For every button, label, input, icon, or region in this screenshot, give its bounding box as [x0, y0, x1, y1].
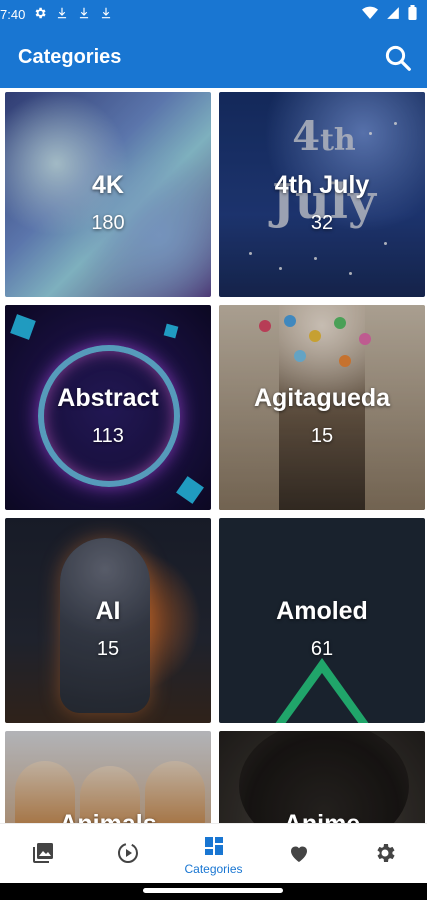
video-icon — [117, 843, 138, 863]
nav-item-favorites[interactable] — [256, 824, 341, 884]
search-button[interactable] — [383, 43, 413, 73]
categories-icon — [204, 837, 223, 855]
nav-item-images[interactable] — [0, 824, 85, 884]
nav-item-categories[interactable]: Categories — [171, 824, 256, 884]
page-title: Categories — [18, 46, 122, 68]
status-time: 7:40 — [0, 6, 26, 22]
categories-grid: 4K 180 4th July 4th July 32 Abstract 113… — [0, 88, 427, 823]
nav-item-settings[interactable] — [342, 824, 427, 884]
status-bar: 7:40 — [0, 0, 427, 28]
category-tile-amoled[interactable]: Amoled 61 — [219, 518, 425, 723]
category-count: 15 — [96, 638, 120, 660]
signal-icon — [386, 6, 400, 23]
category-tile-agitagueda[interactable]: Agitagueda 15 — [219, 305, 425, 510]
bottom-navigation: Categories — [0, 823, 427, 884]
gesture-bar — [0, 883, 427, 900]
download-icon — [77, 6, 91, 23]
category-tile-animals[interactable]: Animals — [5, 731, 211, 823]
home-indicator[interactable] — [143, 888, 283, 893]
category-count: 61 — [310, 638, 334, 660]
settings-icon — [376, 844, 395, 862]
category-name: 4th July — [274, 171, 370, 199]
wifi-icon — [362, 6, 378, 23]
download-icon — [99, 6, 113, 23]
search-icon — [385, 45, 411, 71]
category-count: 113 — [92, 425, 124, 447]
image-icon — [32, 843, 53, 863]
category-name: Abstract — [57, 384, 159, 412]
category-tile-4th-july[interactable]: 4th July 4th July 32 — [219, 92, 425, 297]
download-icon — [55, 6, 69, 23]
app-bar: Categories — [0, 28, 427, 88]
heart-icon — [290, 846, 307, 862]
battery-icon — [408, 5, 417, 23]
category-tile-abstract[interactable]: Abstract 113 — [5, 305, 211, 510]
category-tile-4k[interactable]: 4K 180 — [5, 92, 211, 297]
category-count: 32 — [310, 212, 334, 234]
category-name: Amoled — [276, 597, 368, 625]
category-name: 4K — [92, 171, 124, 199]
category-name: Animals — [5, 810, 211, 823]
gear-icon — [33, 6, 47, 23]
category-tile-anime[interactable]: Anime — [219, 731, 425, 823]
category-tile-ai[interactable]: AI 15 — [5, 518, 211, 723]
nav-label-categories: Categories — [184, 862, 243, 876]
status-right — [362, 5, 417, 23]
category-count: 15 — [310, 425, 334, 447]
app-screen: 7:40 Categories 4K 180 4th July 4th July… — [0, 0, 427, 900]
status-left: 7:40 — [0, 6, 113, 23]
nav-item-videos[interactable] — [85, 824, 170, 884]
category-name: AI — [95, 597, 121, 625]
category-name: Agitagueda — [253, 384, 391, 412]
category-count: 180 — [91, 212, 125, 234]
category-name: Anime — [219, 810, 425, 823]
